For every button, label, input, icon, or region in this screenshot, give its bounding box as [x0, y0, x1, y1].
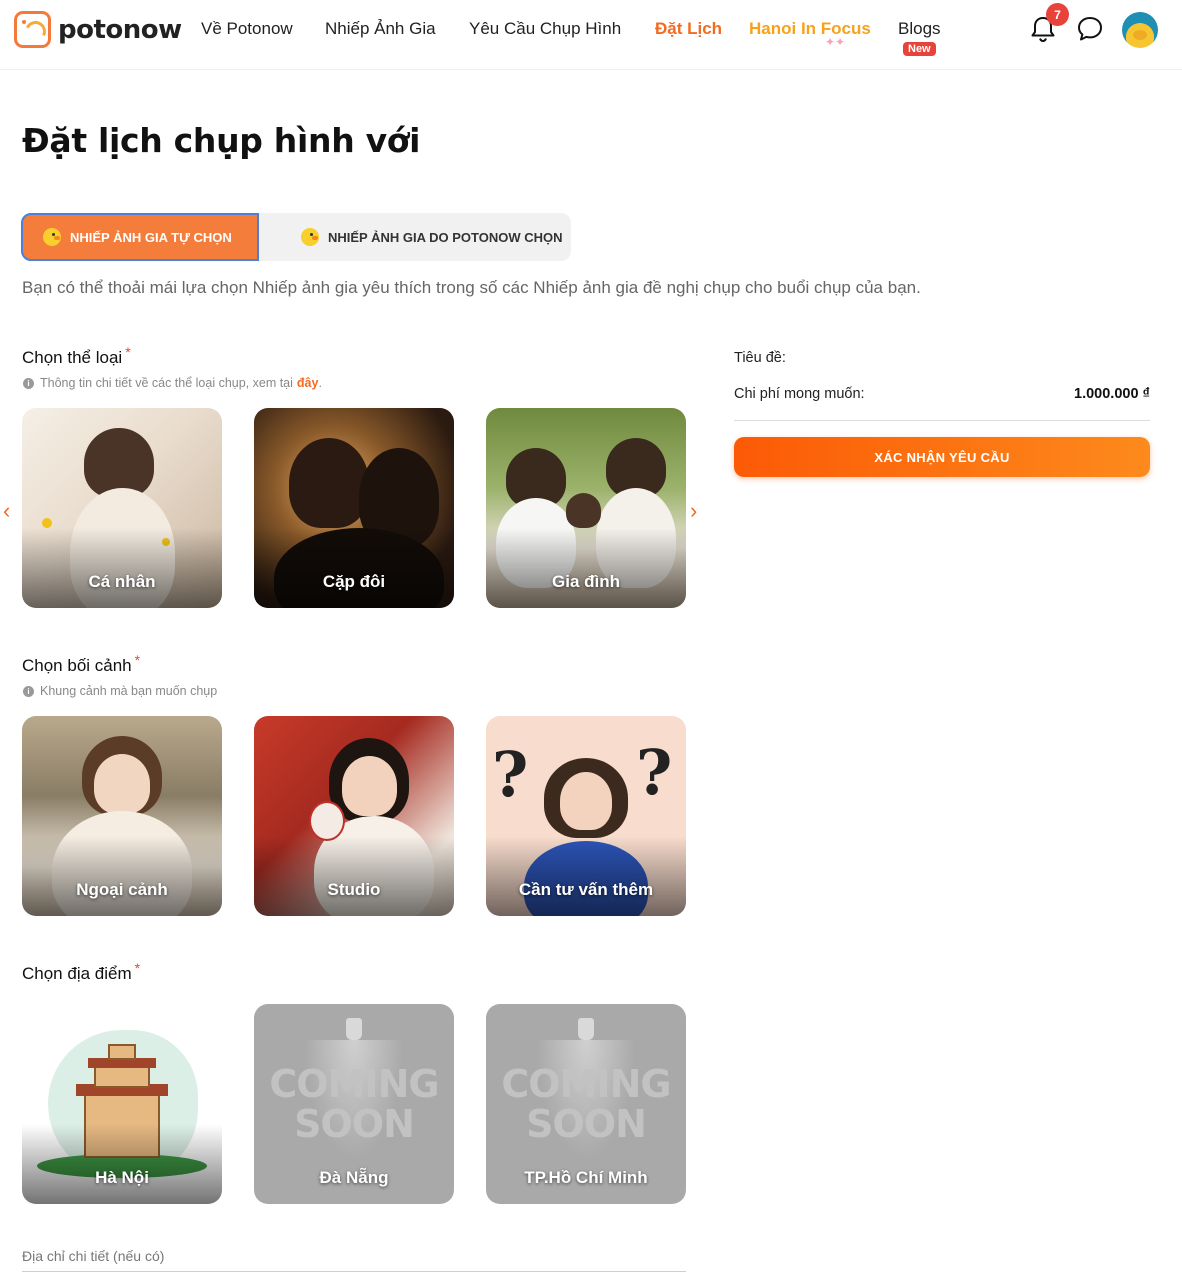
- context-card-outdoor[interactable]: Ngoại cảnh: [22, 716, 222, 916]
- context-card-studio[interactable]: Studio: [254, 716, 454, 916]
- category-card-personal[interactable]: Cá nhân: [22, 408, 222, 608]
- card-shade: [254, 528, 454, 608]
- info-icon: i: [23, 377, 34, 389]
- category-title-text: Chọn thể loại: [22, 348, 123, 367]
- card-label: TP.Hồ Chí Minh: [524, 1168, 648, 1187]
- photographer-selection-tabs: Nhiếp ảnh gia tự chọn Nhiếp ảnh gia do P…: [21, 213, 571, 261]
- coming-word: COMING: [269, 1062, 439, 1106]
- top-navigation-bar: potonow Về Potonow Nhiếp Ảnh Gia Yêu Cầu…: [0, 0, 1182, 70]
- context-card-need-advice[interactable]: ? ? Cần tư vấn thêm: [486, 716, 686, 916]
- tab-self-select-photographer[interactable]: Nhiếp ảnh gia tự chọn: [21, 213, 259, 261]
- nav-hanoi-in-focus[interactable]: Hanoi In Focus: [749, 19, 871, 39]
- potonow-logo[interactable]: potonow: [14, 11, 182, 48]
- question-mark-icon: ?: [636, 736, 673, 809]
- category-section-title: Chọn thể loại *: [22, 344, 131, 368]
- chat-icon[interactable]: [1075, 14, 1105, 44]
- context-hint: i Khung cảnh mà bạn muốn chụp: [23, 684, 217, 698]
- category-hint-text: Thông tin chi tiết về các thể loại chụp,…: [40, 376, 293, 390]
- hint-period: .: [318, 376, 322, 390]
- carousel-next-arrow-icon[interactable]: ›: [690, 498, 697, 524]
- nav-booking[interactable]: Đặt Lịch: [655, 19, 722, 39]
- required-mark: *: [125, 344, 131, 360]
- card-shade: [486, 528, 686, 608]
- lamp-icon: [346, 1018, 362, 1040]
- context-hint-text: Khung cảnh mà bạn muốn chụp: [40, 684, 218, 698]
- card-label: Đà Nẵng: [319, 1168, 389, 1187]
- card-shade: [22, 1124, 222, 1204]
- card-label: Cặp đôi: [322, 572, 386, 591]
- location-title-text: Chọn địa điểm: [22, 964, 132, 983]
- question-mark-icon: ?: [492, 738, 529, 811]
- card-shade: [486, 836, 686, 916]
- tab-potonow-select-photographer[interactable]: Nhiếp ảnh gia do Potonow chọn: [279, 213, 569, 261]
- location-card-hcmc: COMING SOON TP.Hồ Chí Minh: [486, 1004, 686, 1204]
- context-section-title: Chọn bối cảnh *: [22, 652, 140, 676]
- chick-icon: [301, 228, 319, 246]
- context-title-text: Chọn bối cảnh: [22, 656, 132, 675]
- expected-cost-value: 1.000.000 ₫: [1074, 386, 1150, 402]
- required-mark: *: [134, 960, 141, 976]
- user-avatar[interactable]: [1122, 12, 1158, 48]
- new-badge: New: [903, 42, 936, 56]
- chick-icon: [43, 228, 61, 246]
- category-card-couple[interactable]: Cặp đôi: [254, 408, 454, 608]
- category-hint: i Thông tin chi tiết về các thể loại chụ…: [23, 376, 322, 390]
- nav-blogs[interactable]: Blogs: [898, 19, 941, 39]
- card-shade: [22, 528, 222, 608]
- tab-description: Bạn có thể thoải mái lựa chọn Nhiếp ảnh …: [22, 278, 921, 297]
- card-shade: [254, 836, 454, 916]
- card-label: Cá nhân: [88, 572, 156, 591]
- card-label: Gia đình: [552, 572, 620, 591]
- coming-word: COMING: [501, 1062, 671, 1106]
- soon-word: SOON: [526, 1102, 647, 1146]
- nav-photographers[interactable]: Nhiếp Ảnh Gia: [325, 19, 436, 39]
- tab-label: Nhiếp ảnh gia do Potonow chọn: [328, 229, 563, 245]
- card-label: Studio: [327, 880, 381, 899]
- logo-text: potonow: [58, 14, 182, 45]
- card-label: Ngoại cảnh: [76, 880, 168, 899]
- address-detail-input[interactable]: [22, 1240, 686, 1272]
- carousel-prev-arrow-icon[interactable]: ‹: [3, 498, 10, 524]
- soon-word: SOON: [294, 1102, 415, 1146]
- notification-count-badge: 7: [1046, 3, 1069, 26]
- sparkle-icon: ✦✦: [825, 35, 846, 49]
- confirm-request-button[interactable]: Xác nhận yêu cầu: [734, 437, 1150, 477]
- coming-soon-text: COMING SOON: [486, 1064, 686, 1144]
- nav-photo-requests[interactable]: Yêu Cầu Chụp Hình: [469, 19, 621, 39]
- category-info-link[interactable]: đây: [297, 376, 319, 390]
- location-card-hanoi[interactable]: Hà Nội: [22, 1004, 222, 1204]
- category-card-family[interactable]: Gia đình: [486, 408, 686, 608]
- expected-cost-label: Chi phí mong muốn:: [734, 386, 865, 402]
- card-shade: [22, 836, 222, 916]
- divider: [734, 420, 1150, 421]
- logo-mark-icon: [14, 11, 51, 48]
- info-icon: i: [23, 685, 34, 697]
- nav-about[interactable]: Về Potonow: [201, 19, 293, 39]
- page-title: Đặt lịch chụp hình với: [22, 121, 421, 160]
- required-mark: *: [134, 652, 141, 668]
- lamp-icon: [578, 1018, 594, 1040]
- card-label: Cần tư vấn thêm: [518, 880, 654, 899]
- card-label: Hà Nội: [95, 1168, 149, 1187]
- coming-soon-text: COMING SOON: [254, 1064, 454, 1144]
- title-label: Tiêu đề:: [734, 350, 786, 366]
- location-card-danang: COMING SOON Đà Nẵng: [254, 1004, 454, 1204]
- tab-label: Nhiếp ảnh gia tự chọn: [70, 229, 232, 245]
- location-section-title: Chọn địa điểm *: [22, 960, 140, 984]
